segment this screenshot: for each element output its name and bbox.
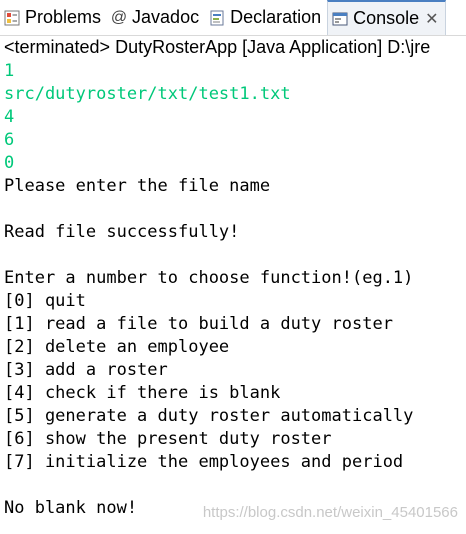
console-output-line: [7] initialize the employees and period [4,452,404,472]
tab-label: Problems [25,7,102,27]
console-output-line: Please enter the file name [4,176,271,196]
console-icon [331,10,349,28]
console-input-line: 4 [4,107,15,127]
console-output-line: [2] delete an employee [4,337,230,357]
tab-problems[interactable]: Problems [0,0,107,35]
console-input-line: src/dutyroster/txt/test1.txt [4,84,291,104]
tab-console[interactable]: Console ✕ [327,0,446,35]
tab-label: Console [353,8,420,28]
console-output-line: [5] generate a duty roster automatically [4,406,414,426]
console-input-line: 1 [4,61,15,81]
console-output-line: [4] check if there is blank [4,383,281,403]
console-output-line: Read file successfully! [4,222,240,242]
tab-declaration[interactable]: Declaration [205,0,327,35]
console-input-line: 6 [4,130,15,150]
tab-label: Declaration [230,7,322,27]
problems-icon [3,9,21,27]
tab-label: Javadoc [132,7,200,27]
console-output-line: [0] quit [4,291,86,311]
console-status-line: <terminated> DutyRosterApp [Java Applica… [4,37,431,57]
tab-javadoc[interactable]: @ Javadoc [107,0,205,35]
console-output[interactable]: 1 src/dutyroster/txt/test1.txt 4 6 0 Please e… [4,60,466,520]
console-input-line: 0 [4,153,15,173]
console-output-line: [3] add a roster [4,360,168,380]
watermark: https://blog.csdn.net/weixin_45401566 [202,504,458,521]
view-tab-bar: Problems @ Javadoc Declaration Console ✕ [0,0,466,36]
declaration-icon [208,9,226,27]
at-icon: @ [110,8,128,26]
console-output-line: [6] show the present duty roster [4,429,332,449]
console-output-line: Enter a number to choose function!(eg.1) [4,268,414,288]
console-output-line: [1] read a file to build a duty roster [4,314,393,334]
close-icon[interactable]: ✕ [425,9,438,29]
